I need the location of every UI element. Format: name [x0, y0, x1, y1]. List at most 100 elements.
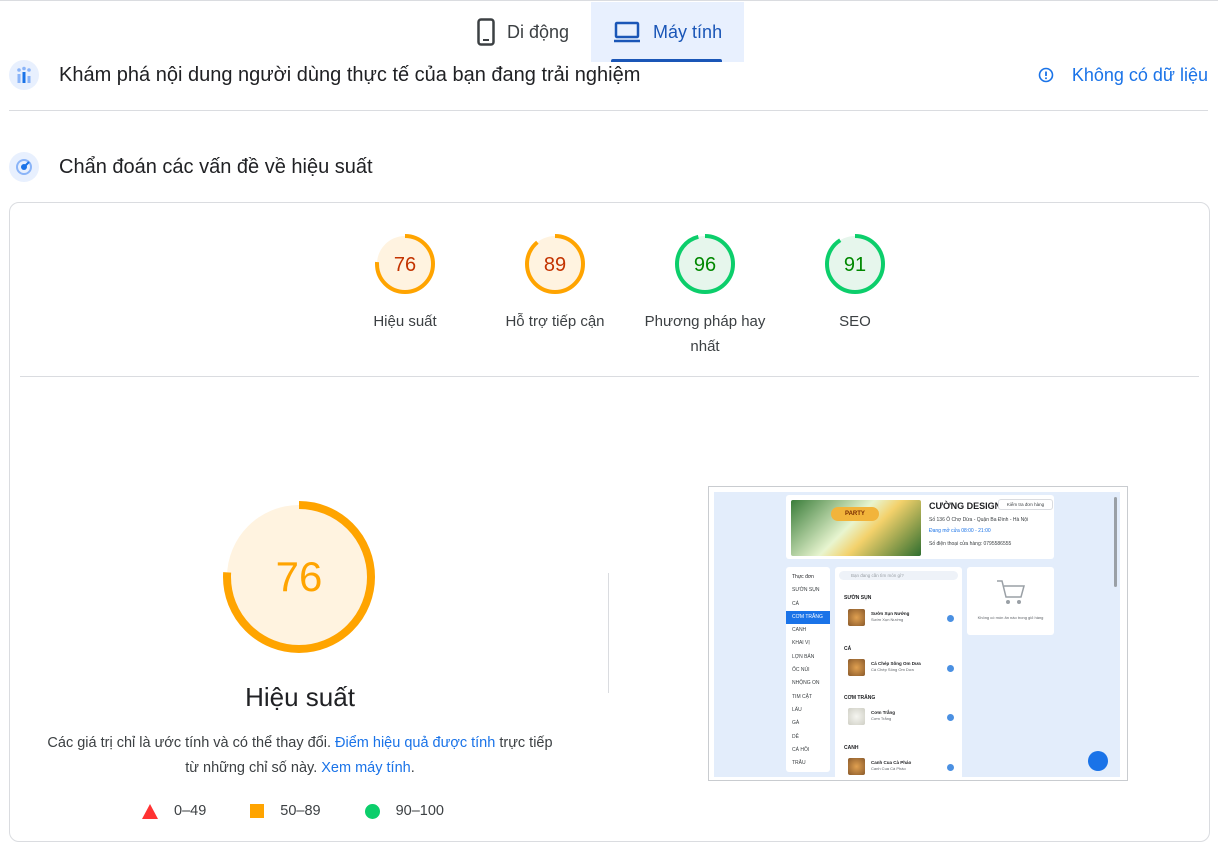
- food-item: Cá Chép Sông Om Dưa Cá Chép Sông Om Dưa: [844, 659, 954, 679]
- food-item: Sườn Xụn Nướng Sườn Xụn Nướng: [844, 609, 954, 629]
- menu-item: DÊ: [792, 733, 799, 740]
- diagnose-row: Chẩn đoán các vấn đề về hiệu suất: [9, 148, 1208, 186]
- divider: [20, 376, 1199, 377]
- menu-item: TIM CẬT: [792, 693, 812, 700]
- no-data-label: Không có dữ liệu: [1071, 64, 1208, 85]
- menu-item: ỐC NÚI: [792, 667, 810, 674]
- menu-item: TRÂU: [792, 760, 806, 767]
- add-icon: [947, 764, 954, 771]
- triangle-icon: [142, 803, 158, 819]
- shop-phone: Số điện thoại cửa hàng: 0795586555: [929, 541, 1012, 547]
- vertical-divider: [608, 573, 609, 693]
- desc-text: Các giá trị chỉ là ước tính và có thể th…: [47, 735, 336, 751]
- tab-desktop-label: Máy tính: [653, 21, 723, 42]
- view-calculator-link[interactable]: Xem máy tính: [321, 760, 410, 776]
- users-chart-icon: [9, 60, 39, 90]
- divider: [9, 110, 1208, 111]
- cart-panel: Không có món ăn nào trong giỏ hàng: [967, 567, 1054, 635]
- gauge-label: Hỗ trợ tiếp cận: [505, 313, 605, 330]
- gauge-ring: 89: [525, 234, 585, 294]
- gauge-value: 96: [694, 254, 716, 276]
- banner-logo: PARTY: [831, 507, 879, 521]
- performance-description: Các giá trị chỉ là ước tính và có thể th…: [40, 731, 560, 781]
- speedometer-icon: [9, 152, 39, 182]
- menu-title: Thực đơn: [792, 574, 814, 580]
- add-icon: [947, 615, 954, 622]
- shop-address: Số 136 Ô Chợ Dừa - Quận Ba Đình - Hà Nội: [929, 517, 1029, 523]
- gauge-label: SEO: [839, 313, 871, 330]
- menu-item: KHAI VỊ: [792, 640, 810, 647]
- category-title: CƠM TRẮNG: [844, 695, 876, 701]
- tab-mobile-label: Di động: [507, 21, 570, 42]
- report-card: 76 Hiệu suất 89 Hỗ trợ tiếp cận 96 Phươn…: [9, 202, 1210, 842]
- gauge-accessibility[interactable]: 89 Hỗ trợ tiếp cận: [480, 233, 630, 359]
- food-desc: Cá Chép Sông Om Dưa: [871, 667, 914, 672]
- gauge-ring: 76: [375, 234, 435, 294]
- menu-item: LẨU: [792, 706, 802, 713]
- add-icon: [947, 714, 954, 721]
- shop-header: PARTY CƯỜNG DESIGN Kiểm tra đơn hàng Số …: [786, 495, 1054, 559]
- menu-item: NHỘNG ON: [792, 680, 820, 687]
- desc-text: .: [410, 760, 415, 776]
- menu-item: LỢN BẢN: [792, 653, 815, 660]
- cart-empty-text: Không có món ăn nào trong giỏ hàng: [977, 615, 1044, 620]
- circle-icon: [364, 803, 380, 819]
- no-data-link[interactable]: Không có dữ liệu: [1038, 65, 1208, 86]
- score-gauges: 76 Hiệu suất 89 Hỗ trợ tiếp cận 96 Phươn…: [330, 233, 930, 359]
- gauge-best-practices[interactable]: 96 Phương pháp hay nhất: [630, 233, 780, 359]
- category-title: SƯỜN SỤN: [844, 595, 872, 601]
- cart-icon: [997, 580, 1025, 604]
- menu-item: CANH: [792, 627, 807, 634]
- scrollbar: [1114, 497, 1117, 587]
- field-data-title: Khám phá nội dung người dùng thực tế của…: [59, 63, 641, 86]
- square-icon: [250, 804, 265, 818]
- gauge-value: 76: [394, 254, 416, 276]
- order-check-button: Kiểm tra đơn hàng: [998, 499, 1053, 510]
- laptop-icon: [613, 21, 641, 43]
- device-tabs: Di động Máy tính: [455, 2, 745, 62]
- food-item: Canh Cua Cà Pháo Canh Cua Cà Pháo: [844, 758, 954, 777]
- field-data-row: Khám phá nội dung người dùng thực tế của…: [9, 56, 1208, 94]
- score-calc-link[interactable]: Điểm hiệu quả được tính: [335, 735, 495, 751]
- legend-label: 0–49: [174, 803, 207, 819]
- menu-content: Bạn đang cần tìm món gì? SƯỜN SỤN Sườn X…: [835, 567, 962, 777]
- page-screenshot[interactable]: PARTY CƯỜNG DESIGN Kiểm tra đơn hàng Số …: [708, 486, 1128, 781]
- food-item: Cơm Trắng Cơm Trắng: [844, 708, 954, 728]
- screenshot-viewport: PARTY CƯỜNG DESIGN Kiểm tra đơn hàng Số …: [714, 492, 1120, 777]
- performance-score: 76: [276, 553, 323, 600]
- gauge-performance[interactable]: 76 Hiệu suất: [330, 233, 480, 359]
- gauge-seo[interactable]: 91 SEO: [780, 233, 930, 359]
- gauge-label: Phương pháp hay nhất: [644, 313, 766, 355]
- performance-title: Hiệu suất: [245, 682, 355, 712]
- food-name: Canh Cua Cà Pháo: [871, 760, 912, 765]
- shop-banner: PARTY: [791, 500, 921, 556]
- legend-pass: 90–100: [364, 803, 444, 819]
- food-image: [848, 708, 865, 725]
- category-title: CÁ: [844, 646, 852, 652]
- food-image: [848, 758, 865, 775]
- menu-item: CƠM TRẮNG: [786, 610, 830, 625]
- menu-sidebar: Thực đơn SƯỜN SỤN CÁ CƠM TRẮNG CANH KHAI…: [786, 567, 830, 772]
- category-title: CANH: [844, 745, 859, 751]
- gauge-value: 91: [844, 254, 866, 276]
- legend-label: 50–89: [280, 803, 321, 819]
- shop-name: CƯỜNG DESIGN: [929, 501, 1002, 511]
- top-border: [0, 0, 1218, 1]
- score-legend: 0–49 50–89 90–100: [142, 803, 488, 819]
- add-icon: [947, 665, 954, 672]
- performance-big-gauge: 76: [222, 500, 376, 659]
- tab-desktop[interactable]: Máy tính: [591, 2, 745, 62]
- diagnose-title: Chẩn đoán các vấn đề về hiệu suất: [59, 155, 373, 178]
- legend-average: 50–89: [250, 803, 321, 819]
- thumb-search: Bạn đang cần tìm món gì?: [839, 571, 958, 580]
- food-name: Cá Chép Sông Om Dưa: [871, 661, 921, 666]
- food-name: Cơm Trắng: [871, 710, 895, 715]
- food-image: [848, 659, 865, 676]
- tab-mobile[interactable]: Di động: [455, 2, 591, 62]
- menu-item: CÁ HỒI: [792, 746, 810, 753]
- legend-fail: 0–49: [142, 803, 206, 819]
- phone-icon: [477, 18, 495, 46]
- food-desc: Canh Cua Cà Pháo: [871, 766, 906, 771]
- food-desc: Cơm Trắng: [871, 716, 892, 721]
- gauge-ring: 91: [825, 234, 885, 294]
